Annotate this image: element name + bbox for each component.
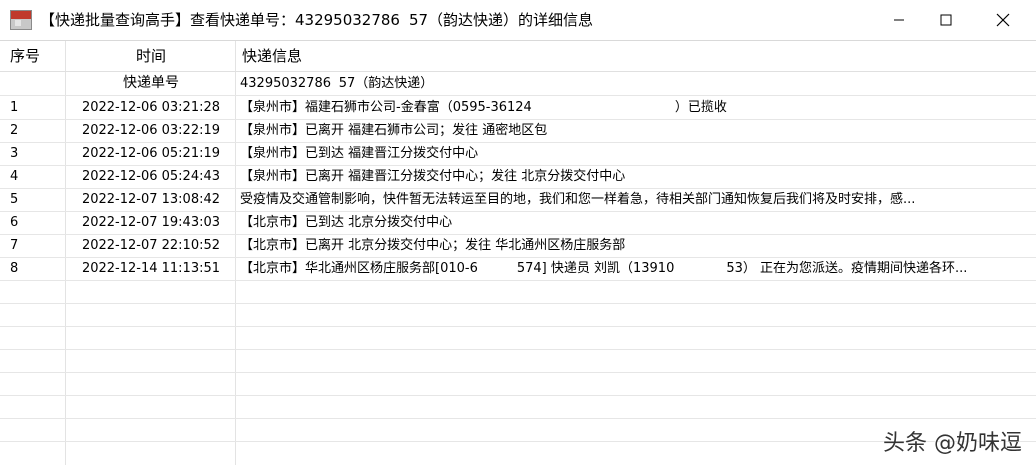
- empty-row: [0, 349, 1036, 373]
- list-header: 序号 时间 快递信息: [0, 41, 1036, 72]
- table-row[interactable]: 8 2022-12-14 11:13:51 【北京市】华北通州区杨庄服务部[01…: [0, 257, 1036, 281]
- row-index: 8: [10, 261, 19, 276]
- empty-row: [0, 418, 1036, 442]
- row-info: 【北京市】已离开 北京分拨交付中心；发往 华北通州区杨庄服务部: [240, 238, 626, 253]
- maximize-icon: [940, 14, 952, 26]
- column-header-time[interactable]: 时间: [68, 41, 234, 71]
- row-time: 2022-12-07 19:43:03: [81, 215, 221, 230]
- row-time: 2022-12-07 13:08:42: [81, 192, 221, 207]
- row-index: 4: [10, 169, 19, 184]
- tracking-number-value: 43295032786 57（韵达快递）: [240, 76, 434, 91]
- empty-row: [0, 372, 1036, 396]
- tracking-number-label: 快递单号: [123, 75, 179, 91]
- app-icon: [10, 10, 32, 30]
- table-row[interactable]: 4 2022-12-06 05:24:43 【泉州市】已离开 福建晋江分拨交付中…: [0, 165, 1036, 189]
- row-time: 2022-12-14 11:13:51: [81, 261, 221, 276]
- row-info: 【北京市】华北通州区杨庄服务部[010-6 574] 快递员 刘凯（13910 …: [240, 261, 968, 276]
- row-info: 【泉州市】已离开 福建晋江分拨交付中心；发往 北京分拨交付中心: [240, 169, 626, 184]
- row-index: 2: [10, 123, 19, 138]
- empty-row: [0, 280, 1036, 304]
- window-title: 【快递批量查询高手】查看快递单号：43295032786 57（韵达快递）的详细…: [40, 11, 594, 29]
- empty-row: [0, 395, 1036, 419]
- maximize-button[interactable]: [919, 0, 973, 40]
- title-bar: 【快递批量查询高手】查看快递单号：43295032786 57（韵达快递）的详细…: [0, 0, 1036, 41]
- row-time: 2022-12-06 03:22:19: [81, 123, 221, 138]
- row-info: 【北京市】已到达 北京分拨交付中心: [240, 215, 453, 230]
- row-time: 2022-12-06 05:21:19: [81, 146, 221, 161]
- row-index: 1: [10, 100, 19, 115]
- minimize-icon: [894, 19, 904, 21]
- row-index: 5: [10, 192, 19, 207]
- row-info: 【泉州市】福建石狮市公司-金春富（0595-36124 ）已揽收: [240, 100, 727, 115]
- minimize-button[interactable]: [872, 0, 926, 40]
- empty-row: [0, 303, 1036, 327]
- row-index: 7: [10, 238, 19, 253]
- empty-row: [0, 326, 1036, 350]
- row-index: 3: [10, 146, 19, 161]
- close-button[interactable]: [976, 0, 1030, 40]
- row-time: 2022-12-06 03:21:28: [81, 100, 221, 115]
- row-time: 2022-12-07 22:10:52: [81, 238, 221, 253]
- row-time: 2022-12-06 05:24:43: [81, 169, 221, 184]
- table-row[interactable]: 7 2022-12-07 22:10:52 【北京市】已离开 北京分拨交付中心；…: [0, 234, 1036, 258]
- tracking-number-row[interactable]: 快递单号 43295032786 57（韵达快递）: [0, 72, 1036, 96]
- row-info: 受疫情及交通管制影响，快件暂无法转运至目的地，我们和您一样着急，待相关部门通知恢…: [240, 192, 916, 207]
- close-icon: [996, 13, 1010, 27]
- row-index: 6: [10, 215, 19, 230]
- table-row[interactable]: 5 2022-12-07 13:08:42 受疫情及交通管制影响，快件暂无法转运…: [0, 188, 1036, 212]
- column-header-index[interactable]: 序号: [10, 41, 40, 71]
- watermark: 头条 @奶味逗: [883, 431, 1022, 456]
- tracking-list[interactable]: 序号 时间 快递信息 快递单号 43295032786 57（韵达快递） 1 2…: [0, 41, 1036, 465]
- row-info: 【泉州市】已离开 福建石狮市公司；发往 通密地区包: [240, 123, 548, 138]
- table-row[interactable]: 3 2022-12-06 05:21:19 【泉州市】已到达 福建晋江分拨交付中…: [0, 142, 1036, 166]
- table-row[interactable]: 2 2022-12-06 03:22:19 【泉州市】已离开 福建石狮市公司；发…: [0, 119, 1036, 143]
- table-row[interactable]: 6 2022-12-07 19:43:03 【北京市】已到达 北京分拨交付中心: [0, 211, 1036, 235]
- table-row[interactable]: 1 2022-12-06 03:21:28 【泉州市】福建石狮市公司-金春富（0…: [0, 96, 1036, 120]
- row-info: 【泉州市】已到达 福建晋江分拨交付中心: [240, 146, 479, 161]
- column-header-info[interactable]: 快递信息: [242, 41, 302, 71]
